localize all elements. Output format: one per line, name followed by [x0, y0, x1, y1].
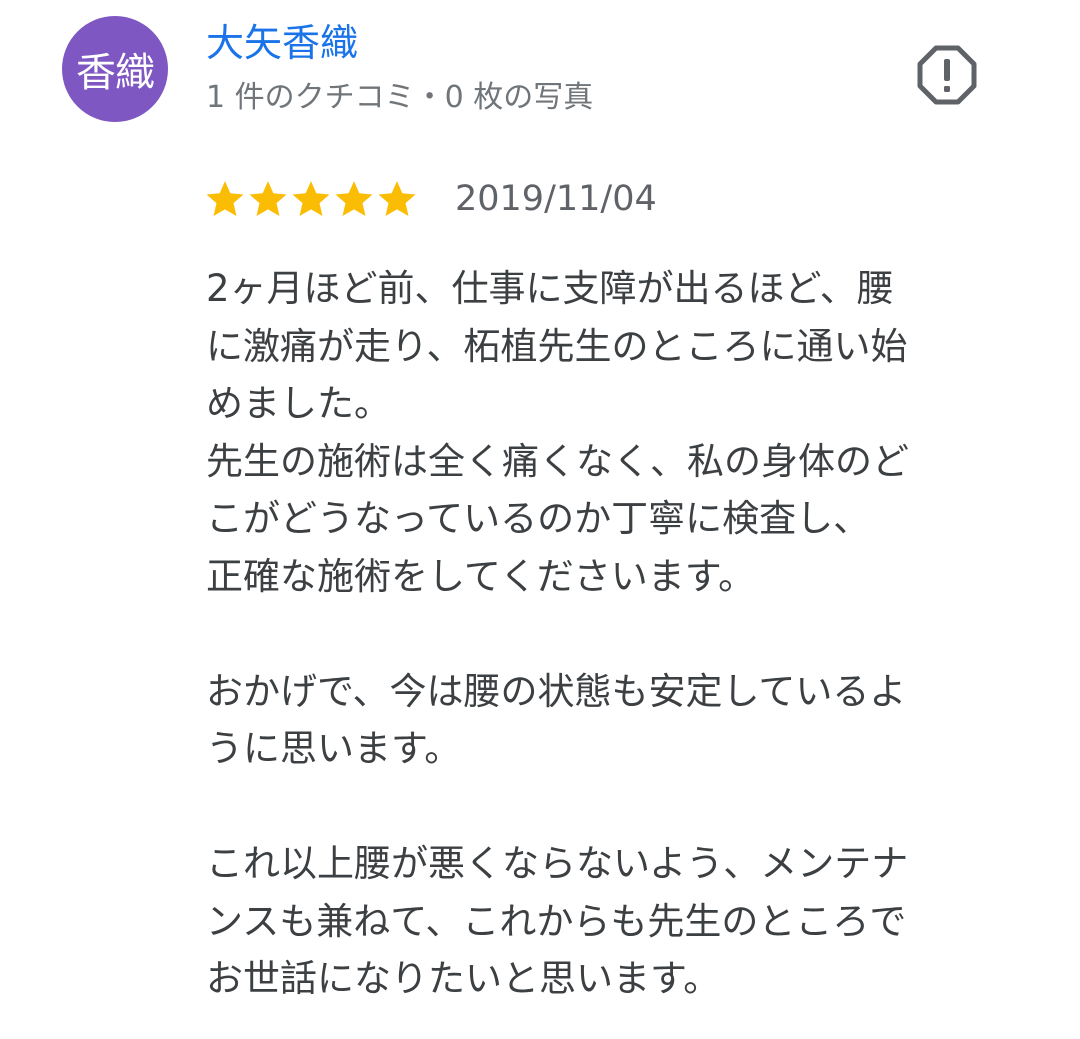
star-icon	[335, 181, 373, 217]
report-flag-icon	[917, 45, 977, 105]
review-line: 2ヶ月ほど前、仕事に支障が出るほど、腰	[206, 267, 894, 310]
review-line: これ以上腰が悪くならないよう、メンテナ	[206, 842, 909, 885]
star-icon	[378, 181, 416, 217]
review-text: 2ヶ月ほど前、仕事に支障が出るほど、腰 に激痛が走り、柘植先生のところに通い始 めま…	[206, 260, 1036, 1008]
star-icon	[206, 181, 244, 217]
review-line: こがどうなっているのか丁寧に検査し、	[206, 497, 871, 540]
review-line: うに思います。	[206, 727, 462, 770]
star-icon	[292, 181, 330, 217]
review-line: に激痛が走り、柘植先生のところに通い始	[206, 324, 908, 368]
review-line: お世話になりたいと思います。	[206, 957, 721, 1000]
reviewer-name-link[interactable]: 大矢香織	[206, 18, 358, 68]
report-button[interactable]	[916, 44, 978, 106]
star-rating	[204, 178, 419, 220]
avatar-initials: 香織	[76, 50, 155, 96]
review-line: ンスも兼ねて、これからも先生のところで	[206, 899, 907, 943]
rating-row: 2019/11/04	[204, 174, 657, 224]
avatar[interactable]: 香織	[62, 16, 168, 122]
review-date: 2019/11/04	[455, 179, 657, 219]
star-icon	[249, 181, 287, 217]
reviewer-meta: 1 件のクチコミ・0 枚の写真	[206, 80, 594, 115]
review-line: 先生の施術は全く痛くなく、私の身体のど	[206, 439, 909, 483]
review-line: めました。	[206, 382, 391, 425]
review-line: おかげで、今は腰の状態も安定しているよ	[206, 669, 907, 713]
review-line: 正確な施術をしてくださいます。	[206, 554, 756, 598]
